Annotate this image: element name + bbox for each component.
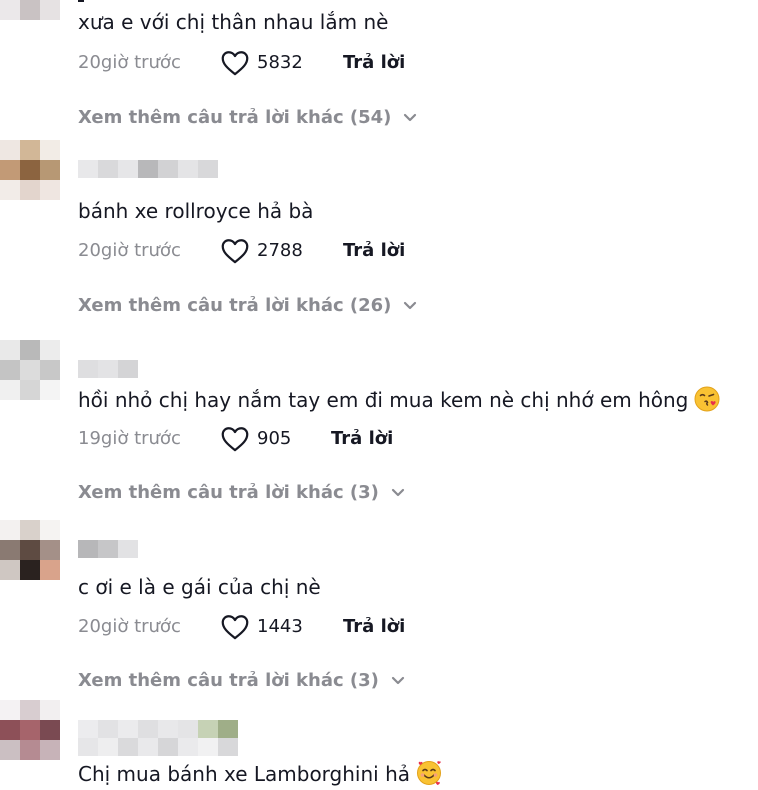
avatar[interactable] bbox=[0, 0, 60, 40]
chevron-down-icon bbox=[391, 488, 404, 497]
chevron-down-icon bbox=[404, 113, 417, 122]
comment-text: bánh xe rollroyce hả bà bbox=[78, 199, 314, 223]
avatar[interactable] bbox=[0, 520, 60, 580]
comment-text-content: Chị mua bánh xe Lamborghini hả bbox=[78, 762, 411, 786]
heart-outline-icon bbox=[221, 239, 249, 264]
comment-text-content: hồi nhỏ chị hay nắm tay em đi mua kem nè… bbox=[78, 388, 689, 412]
chevron-down-icon bbox=[391, 676, 404, 685]
like-count: 5832 bbox=[257, 52, 303, 73]
reply-button[interactable]: Trả lời bbox=[343, 238, 405, 264]
like-button[interactable]: 2788 bbox=[221, 238, 303, 264]
face-blowing-kiss-icon bbox=[694, 386, 720, 412]
view-more-replies-label: Xem thêm câu trả lời khác (26) bbox=[78, 295, 392, 316]
view-more-replies-button[interactable]: Xem thêm câu trả lời khác (3) bbox=[78, 481, 405, 505]
view-more-replies-button[interactable]: Xem thêm câu trả lời khác (54) bbox=[78, 106, 417, 130]
username-redacted[interactable] bbox=[78, 540, 138, 576]
smiling-face-with-hearts-icon bbox=[417, 761, 442, 785]
comment-text: xưa e với chị thân nhau lắm nè bbox=[78, 10, 389, 34]
reply-button[interactable]: Trả lời bbox=[343, 614, 405, 640]
comment-time: 20giờ trước bbox=[78, 240, 181, 261]
view-more-replies-label: Xem thêm câu trả lời khác (3) bbox=[78, 670, 379, 691]
reply-button[interactable]: Trả lời bbox=[331, 426, 393, 452]
avatar[interactable] bbox=[0, 140, 60, 200]
chevron-down-icon bbox=[404, 301, 417, 310]
comment-text: hồi nhỏ chị hay nắm tay em đi mua kem nè… bbox=[78, 386, 720, 413]
avatar[interactable] bbox=[0, 700, 60, 760]
username-redacted[interactable] bbox=[78, 160, 218, 196]
comment-text: c ơi e là e gái của chị nè bbox=[78, 575, 321, 599]
comment-time: 19giờ trước bbox=[78, 428, 181, 449]
like-count: 905 bbox=[257, 428, 292, 449]
like-count: 1443 bbox=[257, 616, 303, 637]
view-more-replies-button[interactable]: Xem thêm câu trả lời khác (3) bbox=[78, 669, 405, 693]
username-redacted[interactable] bbox=[78, 720, 238, 756]
username-redacted[interactable] bbox=[78, 0, 84, 2]
comment-text: Chị mua bánh xe Lamborghini hả bbox=[78, 760, 442, 787]
view-more-replies-label: Xem thêm câu trả lời khác (3) bbox=[78, 482, 379, 503]
heart-outline-icon bbox=[221, 51, 249, 76]
view-more-replies-button[interactable]: Xem thêm câu trả lời khác (26) bbox=[78, 294, 417, 318]
comment-time: 20giờ trước bbox=[78, 52, 181, 73]
heart-outline-icon bbox=[221, 427, 249, 452]
heart-outline-icon bbox=[221, 615, 249, 640]
like-button[interactable]: 905 bbox=[221, 426, 291, 452]
view-more-replies-label: Xem thêm câu trả lời khác (54) bbox=[78, 107, 392, 128]
reply-button[interactable]: Trả lời bbox=[343, 50, 405, 76]
like-button[interactable]: 1443 bbox=[221, 614, 303, 640]
comment-time: 20giờ trước bbox=[78, 616, 181, 637]
avatar[interactable] bbox=[0, 340, 60, 400]
like-count: 2788 bbox=[257, 240, 303, 261]
like-button[interactable]: 5832 bbox=[221, 50, 303, 76]
